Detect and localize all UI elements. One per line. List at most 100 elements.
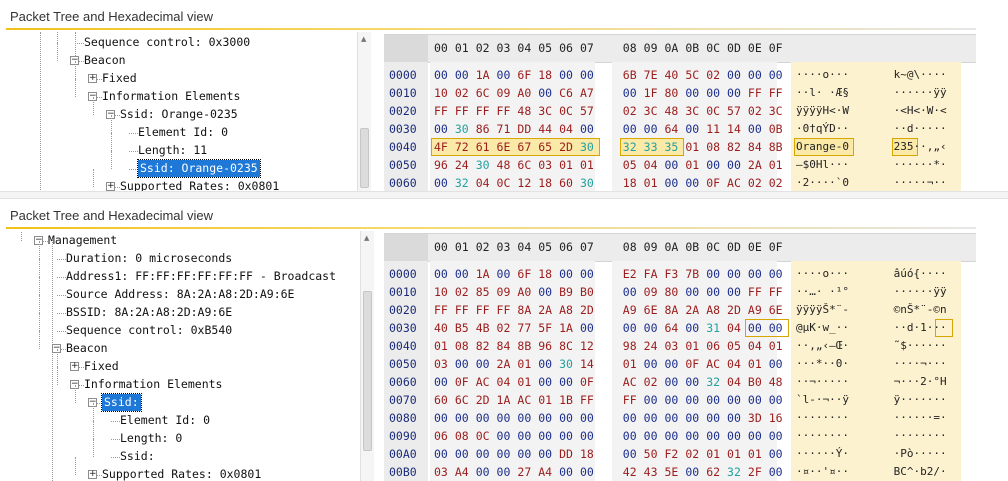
- packet-tree[interactable]: Sequence control: 0x3000− Beacon + Fixed − In…: [0, 32, 356, 191]
- hex-byte[interactable]: 00: [580, 463, 594, 481]
- hex-byte[interactable]: B0: [580, 283, 594, 301]
- hex-byte[interactable]: 00: [434, 120, 448, 138]
- hex-byte[interactable]: 01: [685, 138, 699, 156]
- hex-byte[interactable]: 00: [455, 265, 469, 283]
- hex-byte[interactable]: 00: [769, 427, 783, 445]
- hex-byte[interactable]: B0: [748, 373, 762, 391]
- hex-byte[interactable]: 02: [623, 102, 637, 120]
- hex-byte[interactable]: 00: [497, 265, 511, 283]
- hex-byte[interactable]: 98: [623, 337, 637, 355]
- hex-byte[interactable]: A8: [706, 301, 720, 319]
- hex-byte[interactable]: A0: [517, 84, 531, 102]
- hex-byte[interactable]: 24: [455, 156, 469, 174]
- hex-byte[interactable]: FF: [497, 102, 511, 120]
- hex-byte[interactable]: 30: [476, 156, 490, 174]
- hex-byte[interactable]: 1A: [476, 265, 490, 283]
- hex-byte[interactable]: 04: [748, 337, 762, 355]
- hex-byte[interactable]: 30: [455, 120, 469, 138]
- ascii-text[interactable]: `l-·¬··ÿ: [796, 391, 849, 409]
- hex-byte[interactable]: 84: [748, 138, 762, 156]
- hex-byte[interactable]: 00: [455, 66, 469, 84]
- hex-byte[interactable]: 01: [559, 156, 573, 174]
- hex-byte[interactable]: 00: [455, 409, 469, 427]
- hex-byte[interactable]: 00: [706, 427, 720, 445]
- hex-byte[interactable]: 00: [559, 427, 573, 445]
- hex-byte[interactable]: A8: [559, 301, 573, 319]
- hex-byte[interactable]: 2A: [497, 355, 511, 373]
- hex-byte[interactable]: 5E: [665, 463, 679, 481]
- ascii-text[interactable]: ······Ý·: [796, 445, 849, 463]
- hex-byte[interactable]: 16: [769, 409, 783, 427]
- hex-byte[interactable]: F3: [665, 265, 679, 283]
- hex-byte[interactable]: 6C: [476, 84, 490, 102]
- hex-byte[interactable]: 00: [665, 373, 679, 391]
- hex-byte[interactable]: 0C: [497, 174, 511, 191]
- ascii-text[interactable]: @µK·w_··: [796, 319, 849, 337]
- hex-byte[interactable]: 0C: [476, 427, 490, 445]
- hex-byte[interactable]: 18: [623, 174, 637, 191]
- hex-byte[interactable]: 00: [455, 355, 469, 373]
- hex-byte[interactable]: 05: [727, 337, 741, 355]
- hex-byte[interactable]: 5C: [685, 66, 699, 84]
- hex-byte[interactable]: 00: [623, 445, 637, 463]
- hex-byte[interactable]: 00: [706, 156, 720, 174]
- ascii-text[interactable]: ········: [796, 427, 849, 445]
- hex-byte[interactable]: 00: [727, 84, 741, 102]
- hex-byte[interactable]: 7E: [644, 66, 658, 84]
- hex-byte[interactable]: 00: [497, 66, 511, 84]
- hex-byte[interactable]: 44: [538, 120, 552, 138]
- hex-byte[interactable]: A4: [538, 463, 552, 481]
- ascii-text[interactable]: ········: [894, 427, 947, 445]
- hex-byte[interactable]: 00: [727, 156, 741, 174]
- hex-byte[interactable]: 00: [706, 409, 720, 427]
- hex-byte[interactable]: FF: [769, 283, 783, 301]
- hex-byte[interactable]: 00: [644, 355, 658, 373]
- hex-byte[interactable]: A4: [455, 463, 469, 481]
- hex-byte[interactable]: AC: [727, 174, 741, 191]
- hex-byte[interactable]: 00: [665, 409, 679, 427]
- hex-byte[interactable]: 96: [434, 156, 448, 174]
- hex-byte[interactable]: 00: [538, 84, 552, 102]
- hex-byte[interactable]: 00: [685, 427, 699, 445]
- hex-byte[interactable]: 00: [644, 427, 658, 445]
- hex-byte[interactable]: 2F: [748, 463, 762, 481]
- hex-byte[interactable]: 65: [538, 138, 552, 156]
- hex-byte[interactable]: 2A: [538, 301, 552, 319]
- hex-byte[interactable]: 01: [580, 156, 594, 174]
- hex-byte[interactable]: 00: [727, 409, 741, 427]
- hex-byte[interactable]: 5F: [538, 319, 552, 337]
- hex-byte[interactable]: 00: [769, 265, 783, 283]
- hex-byte[interactable]: 00: [769, 445, 783, 463]
- hex-byte[interactable]: C6: [559, 84, 573, 102]
- hex-byte[interactable]: 06: [434, 427, 448, 445]
- hex-byte[interactable]: 00: [538, 409, 552, 427]
- hex-byte[interactable]: FF: [476, 301, 490, 319]
- hex-byte[interactable]: 01: [706, 445, 720, 463]
- packet-tree[interactable]: − Management Duration: 0 microseconds Addre…: [0, 231, 356, 481]
- hex-byte[interactable]: 8B: [517, 337, 531, 355]
- hex-byte[interactable]: 00: [623, 427, 637, 445]
- hex-byte[interactable]: 50: [644, 445, 658, 463]
- hex-byte[interactable]: 00: [685, 409, 699, 427]
- hex-byte[interactable]: 64: [665, 120, 679, 138]
- hex-byte[interactable]: 1A: [476, 66, 490, 84]
- hex-byte[interactable]: 01: [748, 355, 762, 373]
- hex-byte[interactable]: AC: [517, 391, 531, 409]
- hex-byte[interactable]: 00: [644, 391, 658, 409]
- hex-byte[interactable]: 00: [769, 66, 783, 84]
- hex-byte[interactable]: 12: [517, 174, 531, 191]
- hex-byte[interactable]: 10: [434, 84, 448, 102]
- hex-byte[interactable]: 00: [685, 391, 699, 409]
- hex-byte[interactable]: 67: [517, 138, 531, 156]
- hex-byte[interactable]: 6F: [517, 66, 531, 84]
- hex-byte[interactable]: 01: [727, 445, 741, 463]
- hex-byte[interactable]: 00: [580, 409, 594, 427]
- hex-byte[interactable]: 2D: [727, 301, 741, 319]
- hex-byte[interactable]: 4B: [476, 319, 490, 337]
- hex-byte[interactable]: FF: [748, 283, 762, 301]
- hex-byte[interactable]: 6E: [644, 301, 658, 319]
- hex-byte[interactable]: 40: [665, 66, 679, 84]
- ascii-text[interactable]: –$0Hl···: [796, 156, 849, 174]
- hex-byte[interactable]: 04: [644, 156, 658, 174]
- hex-byte[interactable]: B9: [559, 283, 573, 301]
